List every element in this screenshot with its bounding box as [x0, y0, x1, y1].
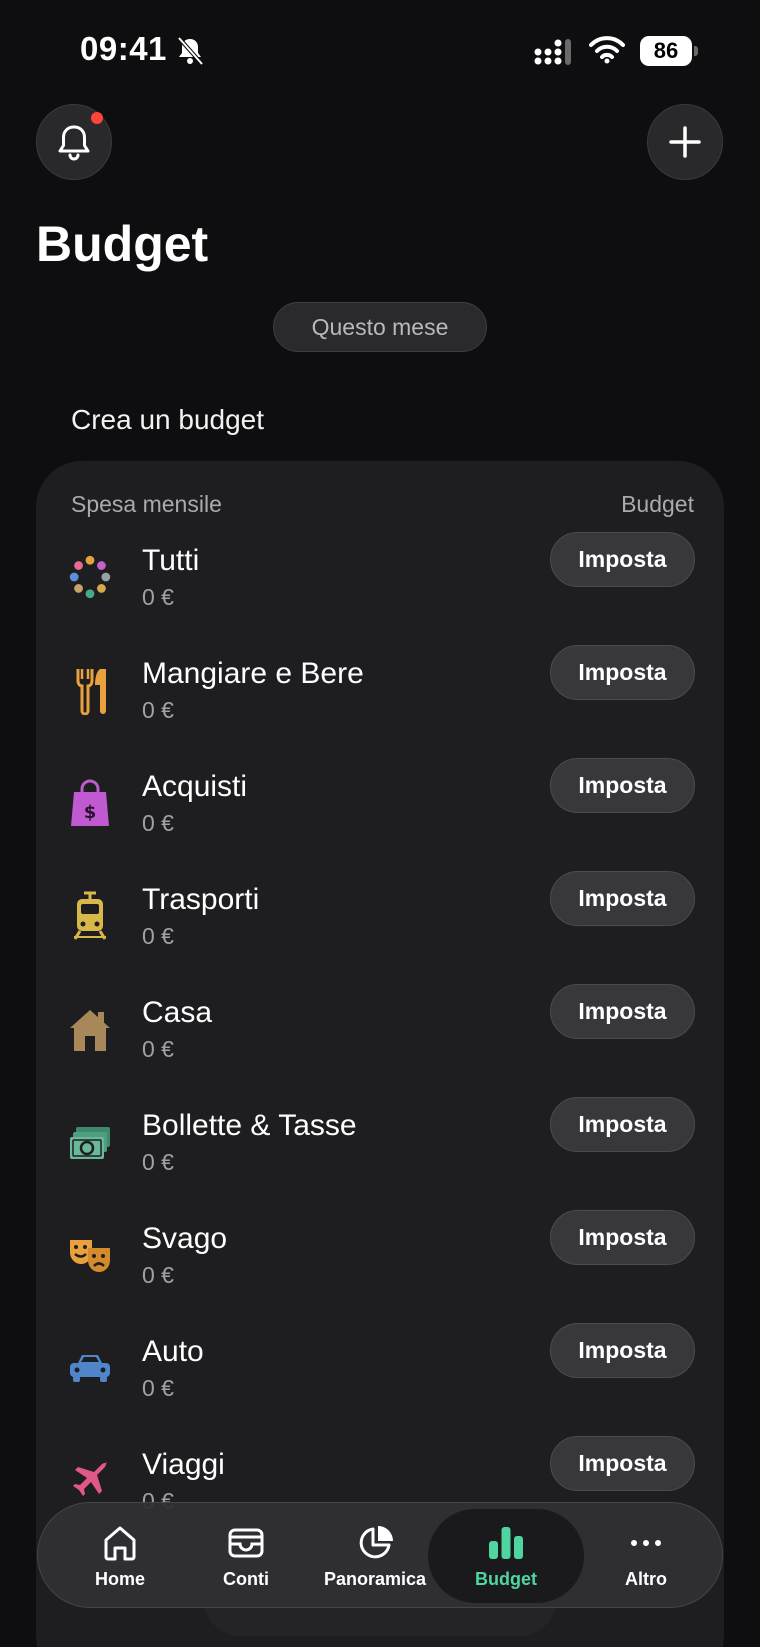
category-name: Mangiare e Bere — [142, 657, 364, 690]
set-budget-button[interactable]: Imposta — [550, 758, 695, 813]
category-name: Bollette & Tasse — [142, 1109, 357, 1142]
category-row-tutti[interactable]: Tutti 0 € Imposta — [36, 532, 724, 657]
set-budget-button[interactable]: Imposta — [550, 1210, 695, 1265]
category-name: Svago — [142, 1222, 228, 1255]
category-row-casa[interactable]: Casa 0 € Imposta — [36, 984, 724, 1109]
category-row-mangiare-e-bere[interactable]: Mangiare e Bere 0 € Imposta — [36, 645, 724, 770]
theater-masks-icon — [68, 1230, 112, 1280]
category-amount: 0 € — [142, 584, 174, 610]
category-row-trasporti[interactable]: Trasporti 0 € Imposta — [36, 871, 724, 996]
set-budget-button[interactable]: Imposta — [550, 1323, 695, 1378]
pie-chart-icon — [359, 1525, 393, 1558]
fork-knife-icon — [68, 665, 112, 715]
set-budget-button[interactable]: Imposta — [550, 871, 695, 926]
bar-chart-icon — [489, 1526, 523, 1559]
category-name: Viaggi — [142, 1448, 225, 1481]
category-name: Casa — [142, 996, 213, 1029]
category-name: Trasporti — [142, 883, 260, 916]
tab-label: Budget — [475, 1568, 537, 1589]
status-bar: 09:41 86 — [0, 0, 760, 100]
banknotes-icon — [68, 1117, 112, 1167]
tab-label: Altro — [625, 1568, 667, 1589]
car-icon — [68, 1343, 112, 1393]
plus-icon — [669, 126, 701, 158]
airplane-icon — [68, 1456, 112, 1506]
category-name: Tutti — [142, 544, 200, 577]
category-name: Acquisti — [142, 770, 248, 803]
tab-label: Panoramica — [323, 1568, 427, 1589]
category-row-bollette-tasse[interactable]: Bollette & Tasse 0 € Imposta — [36, 1097, 724, 1222]
tab-conti[interactable]: Conti — [184, 1503, 308, 1609]
category-amount: 0 € — [142, 697, 174, 723]
notification-dot — [91, 112, 103, 124]
tab-altro[interactable]: Altro — [584, 1503, 708, 1609]
set-budget-button[interactable]: Imposta — [550, 1436, 695, 1491]
tram-icon — [68, 891, 112, 941]
tab-panoramica[interactable]: Panoramica — [310, 1503, 440, 1609]
budget-header: Budget — [621, 491, 694, 517]
period-selector[interactable]: Questo mese — [273, 302, 487, 352]
category-amount: 0 € — [142, 1036, 174, 1062]
battery-tip — [694, 46, 698, 56]
bell-icon — [58, 125, 90, 161]
category-amount: 0 € — [142, 810, 174, 836]
wifi-icon — [589, 36, 625, 64]
all-categories-icon — [68, 552, 112, 602]
category-row-auto[interactable]: Auto 0 € Imposta — [36, 1323, 724, 1448]
category-row-svago[interactable]: Svago 0 € Imposta — [36, 1210, 724, 1335]
wallet-icon — [228, 1528, 264, 1557]
notifications-button[interactable] — [36, 104, 112, 180]
category-name: Auto — [142, 1335, 204, 1368]
tab-label: Conti — [223, 1568, 269, 1589]
svg-text:$: $ — [84, 802, 97, 823]
set-budget-button[interactable]: Imposta — [550, 984, 695, 1039]
monthly-spend-header: Spesa mensile — [71, 491, 222, 517]
budget-card: Spesa mensile Budget Tutti 0 € Imposta M… — [36, 461, 724, 1647]
battery-level: 86 — [640, 36, 692, 66]
tab-home[interactable]: Home — [58, 1503, 182, 1609]
category-amount: 0 € — [142, 923, 174, 949]
set-budget-button[interactable]: Imposta — [550, 645, 695, 700]
section-title: Crea un budget — [71, 404, 265, 435]
page-title: Budget — [36, 216, 209, 272]
set-budget-button[interactable]: Imposta — [550, 532, 695, 587]
tab-bar: Home Conti Panoramica Budget Altro — [37, 1502, 723, 1608]
add-button[interactable] — [647, 104, 723, 180]
battery-indicator: 86 — [640, 36, 698, 66]
category-amount: 0 € — [142, 1375, 174, 1401]
home-icon — [104, 1526, 136, 1560]
more-icon — [631, 1539, 661, 1546]
house-icon — [68, 1004, 112, 1054]
category-amount: 0 € — [142, 1149, 174, 1175]
budget-screen: 09:41 86 Budget Questo mese Crea un budg… — [0, 0, 760, 1647]
tab-label: Home — [94, 1568, 145, 1589]
bell-slash-icon — [177, 36, 204, 66]
tab-budget[interactable]: Budget — [428, 1509, 584, 1603]
category-row-acquisti[interactable]: $ Acquisti 0 € Imposta — [36, 758, 724, 883]
cellular-signal-icon — [534, 39, 571, 65]
status-time: 09:41 — [80, 30, 167, 67]
set-budget-button[interactable]: Imposta — [550, 1097, 695, 1152]
category-amount: 0 € — [142, 1262, 174, 1288]
shopping-bag-icon: $ — [68, 778, 112, 828]
